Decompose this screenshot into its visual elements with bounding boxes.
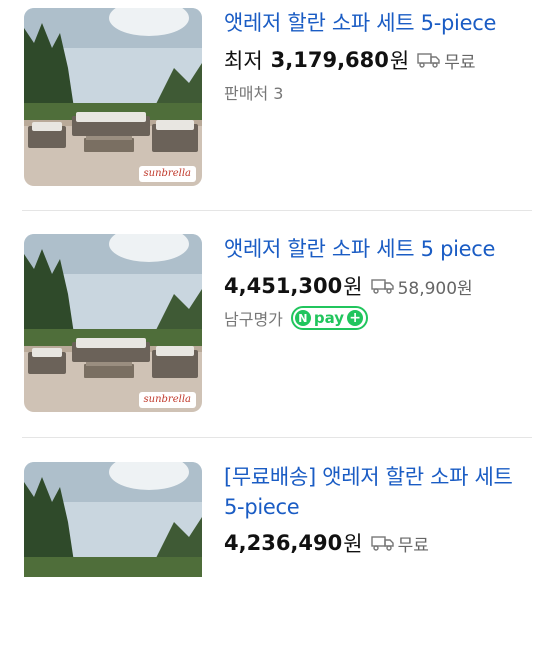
price-prefix: 최저 xyxy=(224,49,263,73)
shipping-info: 58,900원 xyxy=(370,274,473,299)
truck-icon xyxy=(370,536,394,551)
product-thumbnail[interactable] xyxy=(24,462,202,640)
seller-row: 판매처 3 xyxy=(224,80,283,104)
seller-row: 남구명가 N pay + xyxy=(224,306,369,330)
shipping-fee: 58,900원 xyxy=(397,278,473,299)
seller-count[interactable]: 판매처 3 xyxy=(224,80,283,104)
npay-label: pay xyxy=(313,309,345,327)
npay-badge: N pay + xyxy=(290,306,369,330)
plus-icon: + xyxy=(347,310,364,326)
shipping-fee: 무료 xyxy=(444,52,476,73)
naver-n-icon: N xyxy=(294,310,311,326)
shipping-info: 무료 xyxy=(370,531,429,556)
price-row: 4,451,300 원 58,900원 xyxy=(224,271,473,301)
brand-badge: sunbrella xyxy=(138,166,196,182)
product-item[interactable]: sunbrella 앳레저 할란 소파 세트 5-piece 최저 3,179,… xyxy=(0,0,554,200)
product-thumbnail[interactable]: sunbrella xyxy=(24,234,202,412)
seller-name[interactable]: 남구명가 xyxy=(224,306,283,330)
product-price: 3,179,680 xyxy=(270,48,389,72)
shipping-fee: 무료 xyxy=(397,535,429,556)
sofa-image xyxy=(24,234,202,412)
truck-icon xyxy=(417,53,440,68)
price-row: 최저 3,179,680 원 무료 xyxy=(224,45,476,75)
product-price: 4,451,300 xyxy=(224,274,343,298)
product-thumbnail[interactable]: sunbrella xyxy=(24,8,202,186)
product-item[interactable]: [무료배송] 앳레저 할란 소파 세트 5-piece 4,236,490 원 … xyxy=(0,454,554,654)
currency-unit: 원 xyxy=(343,275,363,299)
currency-unit: 원 xyxy=(389,49,410,73)
product-title[interactable]: 앳레저 할란 소파 세트 5 piece xyxy=(224,234,534,264)
product-item[interactable]: sunbrella 앳레저 할란 소파 세트 5 piece 4,451,300… xyxy=(0,226,554,426)
brand-badge: sunbrella xyxy=(138,392,196,408)
shipping-info: 무료 xyxy=(417,48,476,73)
divider xyxy=(22,210,532,211)
divider xyxy=(22,437,532,438)
sofa-image xyxy=(24,8,202,186)
sofa-image xyxy=(24,462,202,577)
product-price: 4,236,490 xyxy=(224,531,343,555)
product-title[interactable]: 앳레저 할란 소파 세트 5-piece xyxy=(224,8,534,38)
product-title[interactable]: [무료배송] 앳레저 할란 소파 세트 5-piece xyxy=(224,462,534,522)
truck-icon xyxy=(370,279,394,294)
